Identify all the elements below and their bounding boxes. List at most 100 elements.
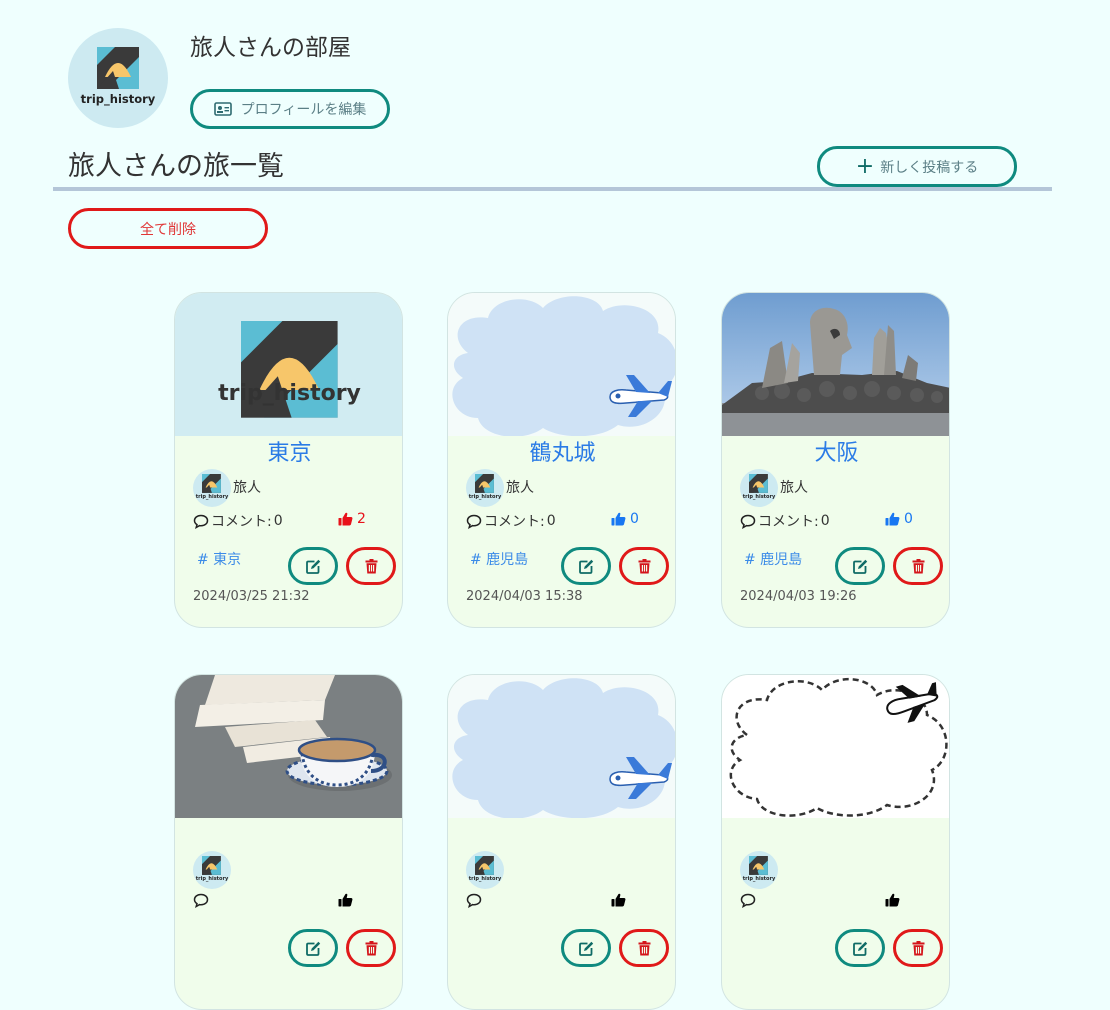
edit-icon bbox=[305, 559, 320, 574]
post-thumbnail[interactable] bbox=[722, 675, 949, 818]
edit-post-button[interactable] bbox=[835, 547, 885, 585]
post-date: 2024/03/25 21:32 bbox=[193, 589, 310, 604]
tea-and-books-photo bbox=[175, 675, 402, 818]
post-title[interactable]: 大阪 bbox=[722, 435, 949, 467]
comment-number: 0 bbox=[546, 513, 556, 529]
plus-icon: + bbox=[855, 153, 875, 179]
comment-bubble-icon bbox=[193, 893, 209, 908]
user-avatar: trip_history bbox=[740, 469, 778, 507]
delete-post-button[interactable] bbox=[619, 547, 669, 585]
post-title[interactable]: 鶴丸城 bbox=[448, 435, 675, 467]
thumbs-up-icon bbox=[885, 893, 900, 907]
edit-post-button[interactable] bbox=[288, 547, 338, 585]
post-tag[interactable]: # 鹿児島 bbox=[744, 549, 802, 569]
comment-bubble-icon bbox=[740, 514, 756, 529]
edit-profile-label: プロフィールを編集 bbox=[240, 102, 367, 118]
comment-label: コメント: bbox=[758, 514, 819, 530]
edit-post-button[interactable] bbox=[561, 547, 611, 585]
thumbs-up-icon bbox=[885, 512, 900, 526]
like-button[interactable] bbox=[611, 893, 630, 907]
like-button[interactable] bbox=[885, 893, 904, 907]
comment-label: コメント: bbox=[211, 514, 272, 530]
edit-post-button[interactable] bbox=[561, 929, 611, 967]
trash-icon bbox=[638, 558, 650, 573]
thumbs-up-icon bbox=[611, 893, 626, 907]
user-name: 旅人 bbox=[233, 480, 261, 496]
delete-post-button[interactable] bbox=[893, 547, 943, 585]
comment-count bbox=[466, 893, 486, 908]
comment-count: コメント: 0 bbox=[193, 511, 283, 531]
user-avatar: trip_history bbox=[193, 469, 231, 507]
post-card[interactable]: 大阪 trip_history 旅人 コメント: 0 0 # 鹿児島 2024/… bbox=[721, 292, 950, 628]
trash-icon bbox=[912, 558, 924, 573]
new-post-button[interactable]: + 新しく投稿する bbox=[817, 146, 1017, 187]
like-count: 0 bbox=[904, 511, 913, 527]
comment-count bbox=[740, 893, 760, 908]
post-thumbnail[interactable] bbox=[448, 293, 675, 436]
cloud-plane-illustration bbox=[448, 675, 675, 818]
trip-history-logo-icon bbox=[475, 474, 494, 493]
post-tag[interactable]: # 東京 bbox=[197, 549, 241, 569]
like-button[interactable]: 0 bbox=[885, 511, 913, 527]
post-title[interactable]: 東京 bbox=[175, 435, 402, 467]
dashed-cloud-plane-illustration bbox=[722, 675, 949, 818]
edit-profile-button[interactable]: プロフィールを編集 bbox=[190, 89, 390, 129]
user-avatar: trip_history bbox=[466, 851, 504, 889]
trip-history-logo-icon bbox=[749, 474, 768, 493]
user-avatar: trip_history bbox=[466, 469, 504, 507]
delete-post-button[interactable] bbox=[346, 929, 396, 967]
thumbs-up-icon bbox=[611, 512, 626, 526]
user-avatar: trip_history bbox=[740, 851, 778, 889]
post-date: 2024/04/03 19:26 bbox=[740, 589, 857, 604]
section-divider bbox=[53, 187, 1052, 191]
profile-avatar: trip_history bbox=[68, 28, 168, 128]
comment-number: 0 bbox=[820, 513, 830, 529]
post-thumbnail[interactable] bbox=[175, 675, 402, 818]
post-tag[interactable]: # 鹿児島 bbox=[470, 549, 528, 569]
comment-count bbox=[193, 893, 213, 908]
trip-history-logo-icon bbox=[97, 47, 139, 89]
like-count: 0 bbox=[630, 511, 639, 527]
comment-bubble-icon bbox=[466, 514, 482, 529]
logo-thumbnail: trip_history bbox=[175, 293, 402, 436]
like-button[interactable]: 0 bbox=[611, 511, 639, 527]
post-card[interactable]: trip_history 東京 trip_history 旅人 コメント: 0 … bbox=[174, 292, 403, 628]
post-thumbnail[interactable] bbox=[722, 293, 949, 436]
thumbs-up-icon bbox=[338, 512, 353, 526]
trash-icon bbox=[912, 940, 924, 955]
edit-icon bbox=[305, 941, 320, 956]
post-thumbnail[interactable] bbox=[448, 675, 675, 818]
user-avatar: trip_history bbox=[193, 851, 231, 889]
edit-post-button[interactable] bbox=[835, 929, 885, 967]
stone-monument-photo bbox=[722, 293, 949, 436]
user-name: 旅人 bbox=[506, 480, 534, 496]
comment-number: 0 bbox=[273, 513, 283, 529]
user-name: 旅人 bbox=[780, 480, 808, 496]
edit-post-button[interactable] bbox=[288, 929, 338, 967]
cloud-plane-illustration bbox=[448, 293, 675, 436]
like-button[interactable]: 2 bbox=[338, 511, 366, 527]
comment-count: コメント: 0 bbox=[466, 511, 556, 531]
post-card[interactable]: trip_history bbox=[721, 674, 950, 1010]
delete-post-button[interactable] bbox=[346, 547, 396, 585]
post-thumbnail[interactable]: trip_history bbox=[175, 293, 402, 436]
trip-history-logo-icon bbox=[749, 856, 768, 875]
logo-text: trip_history bbox=[80, 92, 156, 106]
post-card[interactable]: trip_history bbox=[174, 674, 403, 1010]
trash-icon bbox=[365, 940, 377, 955]
delete-post-button[interactable] bbox=[619, 929, 669, 967]
delete-post-button[interactable] bbox=[893, 929, 943, 967]
like-button[interactable] bbox=[338, 893, 357, 907]
new-post-label: 新しく投稿する bbox=[880, 159, 979, 176]
trip-history-logo-icon bbox=[475, 856, 494, 875]
post-card[interactable]: 鶴丸城 trip_history 旅人 コメント: 0 0 # 鹿児島 2024… bbox=[447, 292, 676, 628]
post-card[interactable]: trip_history bbox=[447, 674, 676, 1010]
trash-icon bbox=[365, 558, 377, 573]
delete-all-button[interactable]: 全て削除 bbox=[68, 208, 268, 249]
comment-bubble-icon bbox=[466, 893, 482, 908]
post-date: 2024/04/03 15:38 bbox=[466, 589, 583, 604]
id-card-icon bbox=[213, 102, 232, 116]
edit-icon bbox=[578, 559, 593, 574]
comment-bubble-icon bbox=[740, 893, 756, 908]
edit-icon bbox=[852, 941, 867, 956]
